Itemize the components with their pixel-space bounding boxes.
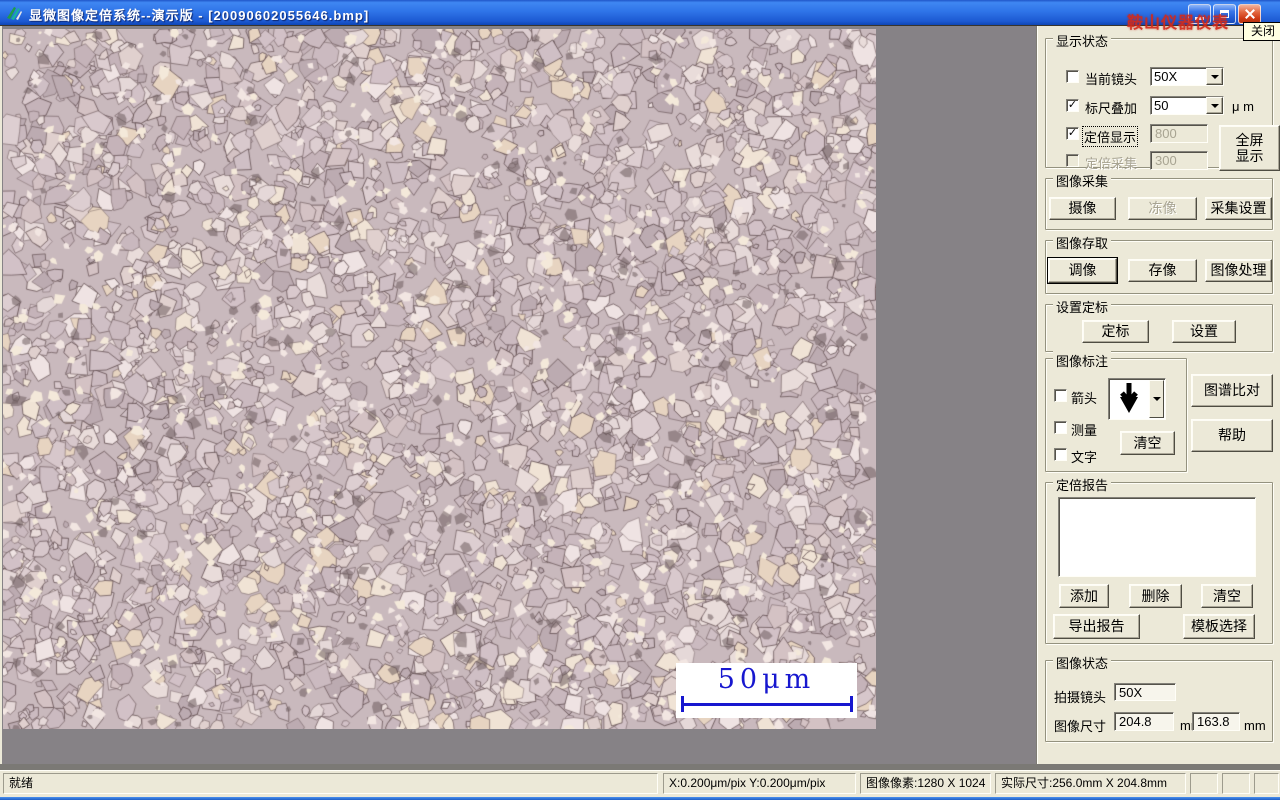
load-image-button[interactable]: 调像 bbox=[1048, 258, 1117, 283]
close-icon bbox=[1244, 8, 1256, 20]
label-mm-height: mm bbox=[1244, 718, 1266, 733]
label-text: 文字 bbox=[1071, 450, 1098, 465]
label-measure: 测量 bbox=[1071, 423, 1098, 438]
label-fixed-capture: 定倍采集 bbox=[1085, 156, 1138, 171]
shoot-button[interactable]: 摄像 bbox=[1049, 197, 1116, 220]
group-image-status: 图像状态 拍摄镜头 50X 图像尺寸 204.8 mm 163.8 mm bbox=[1045, 653, 1273, 742]
report-listbox[interactable] bbox=[1058, 497, 1256, 577]
scale-bar-overlay: 50μm bbox=[676, 663, 857, 718]
field-capture-lens[interactable]: 50X bbox=[1114, 683, 1176, 701]
down-arrow-icon bbox=[1120, 383, 1138, 413]
calibration-settings-button[interactable]: 设置 bbox=[1172, 320, 1236, 343]
status-empty-3 bbox=[1254, 773, 1279, 794]
scale-bar-label: 50μm bbox=[717, 664, 816, 695]
group-image-status-title: 图像状态 bbox=[1053, 653, 1112, 672]
atlas-compare-button[interactable]: 图谱比对 bbox=[1191, 374, 1273, 407]
app-icon bbox=[7, 7, 22, 20]
scale-bar-line bbox=[682, 703, 850, 706]
capture-settings-button[interactable]: 采集设置 bbox=[1205, 197, 1272, 220]
calibrate-button[interactable]: 定标 bbox=[1082, 320, 1149, 343]
scale-bar-tick-right bbox=[850, 696, 853, 712]
label-image-size: 图像尺寸 bbox=[1054, 719, 1107, 734]
combo-current-lens[interactable]: 50X bbox=[1150, 67, 1224, 86]
field-image-height[interactable]: 163.8 bbox=[1192, 712, 1240, 731]
group-report-title: 定倍报告 bbox=[1053, 475, 1112, 494]
status-empty-1 bbox=[1190, 773, 1218, 794]
checkbox-measure[interactable] bbox=[1054, 421, 1067, 434]
label-scale-overlay: 标尺叠加 bbox=[1085, 101, 1138, 116]
status-empty-2 bbox=[1222, 773, 1250, 794]
group-capture: 图像采集 摄像 冻像 采集设置 bbox=[1045, 171, 1273, 230]
group-annotation: 图像标注 箭头 测量 文字 清空 bbox=[1045, 351, 1187, 472]
vendor-watermark: 鞍山仪器仪表 bbox=[1127, 15, 1230, 32]
image-process-button[interactable]: 图像处理 bbox=[1205, 259, 1272, 282]
checkbox-scale-overlay[interactable]: ✓ bbox=[1066, 99, 1079, 112]
label-capture-lens: 拍摄镜头 bbox=[1054, 690, 1107, 705]
status-image-pixels: 图像像素:1280 X 1024 bbox=[860, 773, 991, 794]
micrograph-image bbox=[3, 29, 876, 729]
close-button[interactable] bbox=[1238, 4, 1261, 24]
window-title: 显微图像定倍系统--演示版 - [20090602055646.bmp] bbox=[29, 8, 370, 23]
label-current-lens: 当前镜头 bbox=[1085, 72, 1138, 87]
arrow-style-preview[interactable] bbox=[1108, 378, 1166, 420]
save-image-button[interactable]: 存像 bbox=[1128, 259, 1197, 282]
report-clear-button[interactable]: 清空 bbox=[1201, 584, 1253, 608]
client-edge bbox=[0, 764, 1280, 771]
checkbox-fixed-display[interactable]: ✓ bbox=[1066, 127, 1079, 140]
image-viewer-area: 50μm bbox=[2, 26, 1036, 764]
label-fixed-display: 定倍显示 bbox=[1082, 126, 1139, 147]
fullscreen-button[interactable]: 全屏 显示 bbox=[1219, 125, 1280, 171]
scale-bar-tick-left bbox=[681, 696, 684, 712]
group-capture-title: 图像采集 bbox=[1053, 171, 1112, 190]
checkbox-fixed-capture bbox=[1066, 154, 1079, 167]
group-display-status: 显示状态 当前镜头 50X ✓ 标尺叠加 50 μ m ✓ 定倍显示 800 定… bbox=[1045, 31, 1280, 171]
report-delete-button[interactable]: 删除 bbox=[1129, 584, 1182, 608]
status-bar: 就绪 X:0.200μm/pix Y:0.200μm/pix 图像像素:1280… bbox=[0, 771, 1280, 797]
label-um-unit: μ m bbox=[1232, 99, 1254, 114]
status-ready: 就绪 bbox=[3, 773, 658, 794]
combo-scale-overlay[interactable]: 50 bbox=[1150, 96, 1224, 115]
group-storage-title: 图像存取 bbox=[1053, 233, 1112, 252]
close-tooltip: 关闭 bbox=[1243, 22, 1280, 41]
chevron-down-icon[interactable] bbox=[1206, 97, 1223, 114]
field-image-width[interactable]: 204.8 bbox=[1114, 712, 1174, 731]
report-add-button[interactable]: 添加 bbox=[1059, 584, 1109, 608]
title-bar: 显微图像定倍系统--演示版 - [20090602055646.bmp] bbox=[0, 0, 1280, 26]
label-arrow: 箭头 bbox=[1071, 391, 1098, 406]
help-button[interactable]: 帮助 bbox=[1191, 419, 1273, 452]
group-annotation-title: 图像标注 bbox=[1053, 351, 1112, 370]
group-storage: 图像存取 调像 存像 图像处理 bbox=[1045, 233, 1273, 294]
fullscreen-button-line2: 显示 bbox=[1235, 148, 1264, 164]
group-calibration-title: 设置定标 bbox=[1053, 297, 1112, 316]
combo-current-lens-value: 50X bbox=[1154, 69, 1178, 84]
freeze-button: 冻像 bbox=[1128, 197, 1197, 220]
checkbox-arrow[interactable] bbox=[1054, 389, 1067, 402]
export-report-button[interactable]: 导出报告 bbox=[1053, 614, 1140, 639]
arrow-style-dropdown-button[interactable] bbox=[1149, 380, 1164, 418]
checkbox-text[interactable] bbox=[1054, 448, 1067, 461]
group-display-status-title: 显示状态 bbox=[1053, 31, 1112, 50]
checkbox-current-lens[interactable] bbox=[1066, 70, 1079, 83]
status-resolution: X:0.200μm/pix Y:0.200μm/pix bbox=[663, 773, 856, 794]
group-calibration: 设置定标 定标 设置 bbox=[1045, 297, 1273, 352]
group-report: 定倍报告 添加 删除 清空 导出报告 模板选择 bbox=[1045, 475, 1273, 644]
edit-fixed-display: 800 bbox=[1150, 124, 1208, 143]
combo-scale-overlay-value: 50 bbox=[1154, 98, 1169, 113]
control-panel: 显示状态 当前镜头 50X ✓ 标尺叠加 50 μ m ✓ 定倍显示 800 定… bbox=[1036, 26, 1280, 764]
fullscreen-button-line1: 全屏 bbox=[1235, 131, 1264, 148]
edit-fixed-capture: 300 bbox=[1150, 151, 1208, 170]
template-select-button[interactable]: 模板选择 bbox=[1183, 614, 1255, 639]
annotation-clear-button[interactable]: 清空 bbox=[1120, 431, 1175, 455]
status-actual-size: 实际尺寸:256.0mm X 204.8mm bbox=[995, 773, 1186, 794]
chevron-down-icon[interactable] bbox=[1206, 68, 1223, 85]
